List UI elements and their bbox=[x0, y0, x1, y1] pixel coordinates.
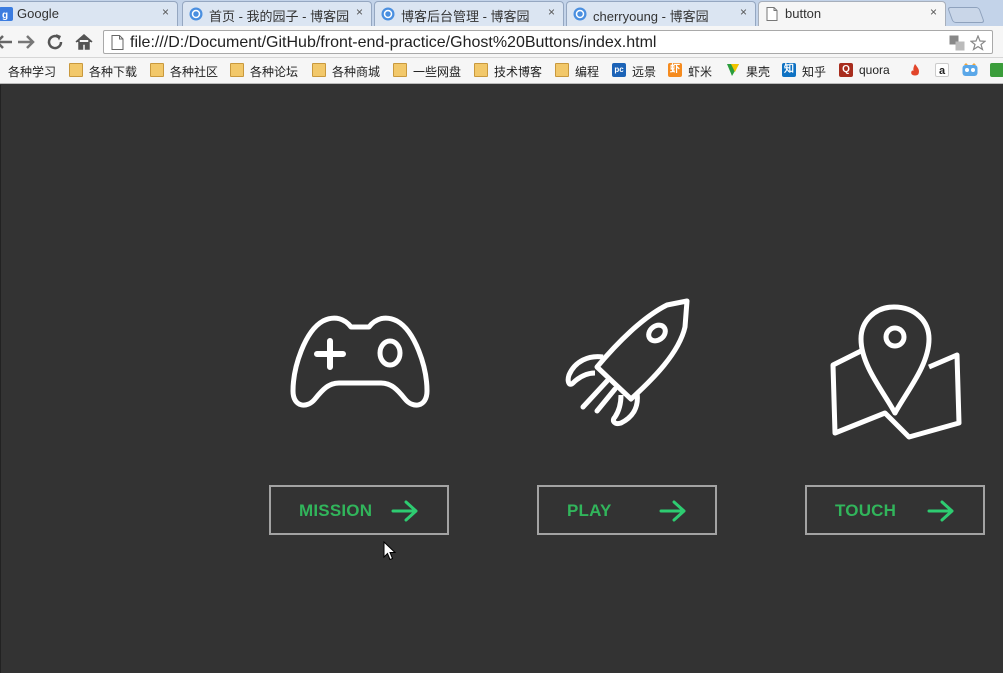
page-icon bbox=[111, 35, 124, 50]
cnblogs-favicon-icon bbox=[573, 7, 587, 21]
button-label: PLAY bbox=[567, 501, 612, 520]
tab-cnblogs-home[interactable]: 首页 - 我的园子 - 博客园 × bbox=[182, 1, 372, 26]
bookmark-label: 远景 bbox=[632, 65, 657, 79]
folder-icon bbox=[150, 63, 164, 77]
translate-icon[interactable] bbox=[949, 35, 965, 51]
tab-close-icon[interactable]: × bbox=[356, 5, 363, 19]
guokr-logo-icon bbox=[726, 63, 740, 77]
cartoon-logo-icon bbox=[962, 63, 978, 77]
rocket-icon bbox=[561, 297, 693, 426]
amazon-logo-icon: a bbox=[935, 63, 949, 77]
mission-button[interactable]: MISSION bbox=[269, 485, 449, 535]
tab-strip: g Google × 首页 - 我的园子 - 博客园 × 博客后台管理 - 博客… bbox=[0, 0, 1003, 26]
browser-toolbar: file:///D:/Document/GitHub/front-end-pra… bbox=[0, 26, 1003, 58]
bookmark-label: quora bbox=[859, 63, 890, 77]
tab-close-icon[interactable]: × bbox=[162, 5, 169, 19]
folder-icon bbox=[312, 63, 326, 77]
tab-title: button bbox=[785, 6, 822, 21]
bookmark-label: 各种论坛 bbox=[250, 65, 299, 79]
xiami-logo-icon: 虾 bbox=[668, 63, 682, 77]
tab-button-active[interactable]: button × bbox=[758, 1, 946, 26]
bookmark-label: 各种下载 bbox=[89, 65, 138, 79]
map-pin-icon bbox=[827, 303, 963, 440]
arrow-right-icon bbox=[659, 500, 687, 522]
url-text: file:///D:/Document/GitHub/front-end-pra… bbox=[130, 34, 657, 51]
bookmark-label: 一些网盘 bbox=[413, 65, 462, 79]
bookmark-label: 各种学习 bbox=[8, 65, 57, 79]
cnblogs-favicon-icon bbox=[381, 7, 395, 21]
cnblogs-favicon-icon bbox=[189, 7, 203, 21]
pc-logo-icon: pc bbox=[612, 63, 626, 77]
google-favicon-icon: g bbox=[0, 7, 13, 21]
tab-cherryoung[interactable]: cherryoung - 博客园 × bbox=[566, 1, 756, 26]
page-content: MISSION PLAY TOUCH bbox=[0, 85, 1003, 673]
arrow-right-icon bbox=[927, 500, 955, 522]
button-label: MISSION bbox=[299, 501, 373, 520]
bookmark-label: 编程 bbox=[575, 65, 600, 79]
tab-close-icon[interactable]: × bbox=[740, 5, 747, 19]
tab-title: cherryoung - 博客园 bbox=[593, 9, 709, 24]
gamepad-icon bbox=[289, 311, 431, 411]
flame-logo-icon bbox=[908, 63, 922, 77]
arrow-right-icon bbox=[391, 500, 419, 522]
folder-icon bbox=[555, 63, 569, 77]
reload-icon[interactable] bbox=[43, 30, 67, 54]
touch-button[interactable]: TOUCH bbox=[805, 485, 985, 535]
mouse-cursor-icon bbox=[383, 540, 397, 561]
tab-cnblogs-admin[interactable]: 博客后台管理 - 博客园 × bbox=[374, 1, 564, 26]
page-favicon-icon bbox=[765, 7, 779, 21]
folder-icon bbox=[474, 63, 488, 77]
bookmarks-bar: 各种学习 各种下载 各种社区 各种论坛 各种商城 一些网盘 技术博客 编程 pc… bbox=[0, 58, 1003, 84]
bookmark-label: 虾米 bbox=[688, 65, 713, 79]
bookmark-label: 果壳 bbox=[746, 65, 771, 79]
green-logo-icon bbox=[990, 63, 1003, 77]
tab-close-icon[interactable]: × bbox=[930, 5, 937, 19]
button-label: TOUCH bbox=[835, 501, 897, 520]
tab-google[interactable]: g Google × bbox=[0, 1, 178, 26]
bookmark-label: 各种商城 bbox=[332, 65, 381, 79]
forward-icon[interactable] bbox=[14, 30, 38, 54]
folder-icon bbox=[69, 63, 83, 77]
folder-icon bbox=[393, 63, 407, 77]
home-icon[interactable] bbox=[72, 30, 96, 54]
tab-title: 博客后台管理 - 博客园 bbox=[401, 9, 530, 24]
play-button[interactable]: PLAY bbox=[537, 485, 717, 535]
svg-text:g: g bbox=[2, 10, 8, 21]
new-tab-button[interactable] bbox=[947, 7, 985, 23]
tab-title: Google bbox=[17, 6, 59, 21]
bookmark-label: 技术博客 bbox=[494, 65, 543, 79]
bookmark-label: 各种社区 bbox=[170, 65, 219, 79]
address-bar[interactable]: file:///D:/Document/GitHub/front-end-pra… bbox=[103, 30, 993, 54]
tab-close-icon[interactable]: × bbox=[548, 5, 555, 19]
bookmark-label: 知乎 bbox=[802, 65, 827, 79]
tab-title: 首页 - 我的园子 - 博客园 bbox=[209, 9, 350, 24]
zhihu-logo-icon: 知 bbox=[782, 63, 796, 77]
quora-logo-icon: Q bbox=[839, 63, 853, 77]
folder-icon bbox=[230, 63, 244, 77]
star-bookmark-icon[interactable] bbox=[969, 34, 987, 51]
